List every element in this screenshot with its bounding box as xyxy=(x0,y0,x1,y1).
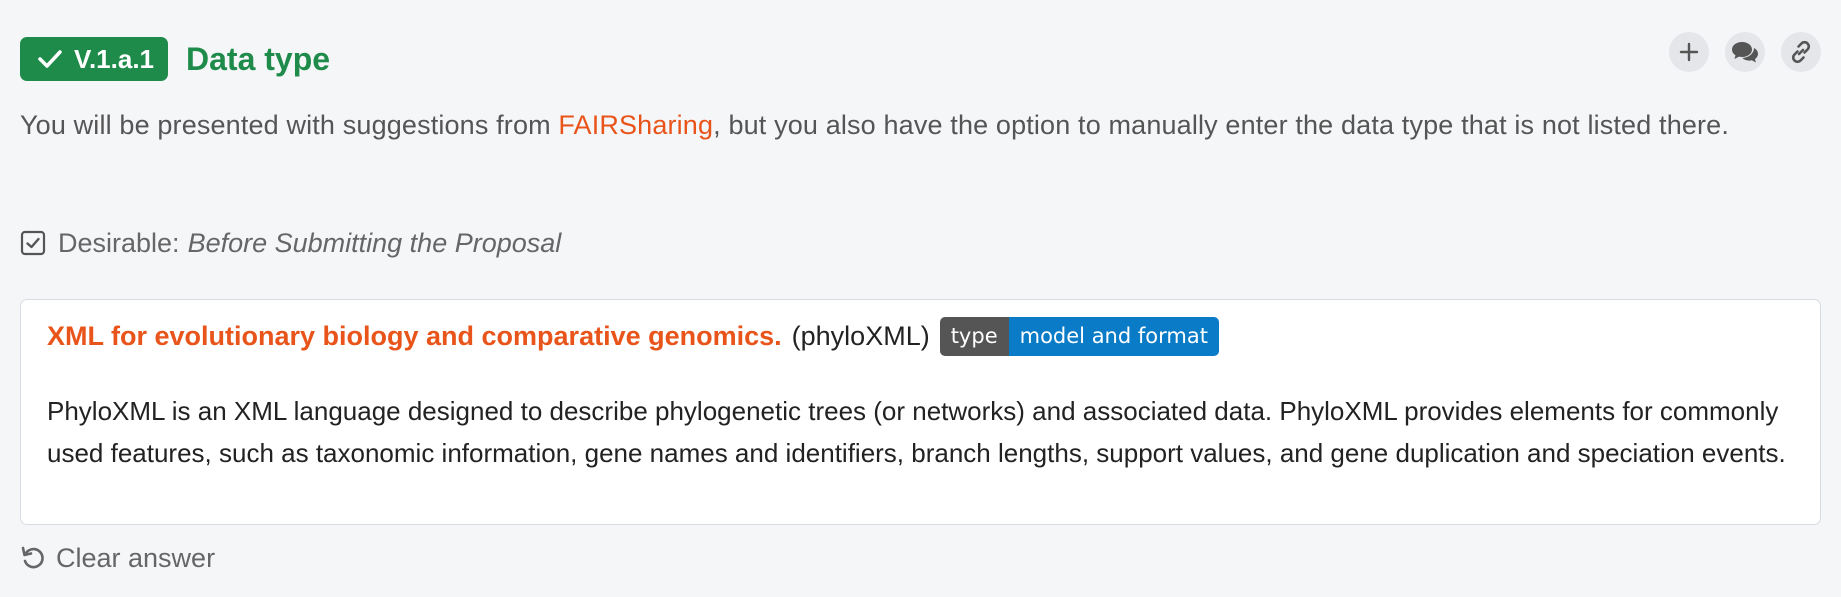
clear-answer-button[interactable]: Clear answer xyxy=(20,538,215,578)
question-header: V.1.a.1 Data type xyxy=(20,37,330,81)
comments-button[interactable] xyxy=(1725,32,1765,72)
desirable-indicator: Desirable: Before Submitting the Proposa… xyxy=(20,224,561,262)
plus-icon xyxy=(1679,42,1699,62)
clear-answer-label: Clear answer xyxy=(56,542,216,573)
answer-header: XML for evolutionary biology and compara… xyxy=(47,316,1219,356)
copy-link-button[interactable] xyxy=(1781,32,1821,72)
tag-key: type xyxy=(939,316,1009,356)
selected-answer-card[interactable]: XML for evolutionary biology and compara… xyxy=(20,299,1821,525)
desirable-phase: Before Submitting the Proposal xyxy=(187,227,562,258)
answer-description: PhyloXML is an XML language designed to … xyxy=(47,396,1786,468)
fairsharing-link[interactable]: FAIRSharing xyxy=(558,110,713,140)
tag-value: model and format xyxy=(1008,316,1219,356)
question-number-badge: V.1.a.1 xyxy=(20,37,169,81)
answer-title[interactable]: XML for evolutionary biology and compara… xyxy=(47,321,782,352)
checkbox-checked-icon xyxy=(20,230,46,256)
description-text-start: You will be presented with suggestions f… xyxy=(20,110,559,140)
type-tag: type model and format xyxy=(939,316,1219,356)
question-title: Data type xyxy=(186,40,331,77)
desirable-label: Desirable: xyxy=(58,227,180,258)
description-text-end: , but you also have the option to manual… xyxy=(713,110,1729,140)
link-icon xyxy=(1791,40,1811,64)
question-description: You will be presented with suggestions f… xyxy=(20,104,1821,146)
answer-abbreviation: (phyloXML) xyxy=(791,320,930,351)
question-actions xyxy=(1669,32,1821,72)
question-number: V.1.a.1 xyxy=(74,43,155,74)
check-icon xyxy=(38,50,62,68)
undo-icon xyxy=(21,546,44,569)
comments-icon xyxy=(1732,42,1758,63)
add-button[interactable] xyxy=(1669,32,1709,72)
